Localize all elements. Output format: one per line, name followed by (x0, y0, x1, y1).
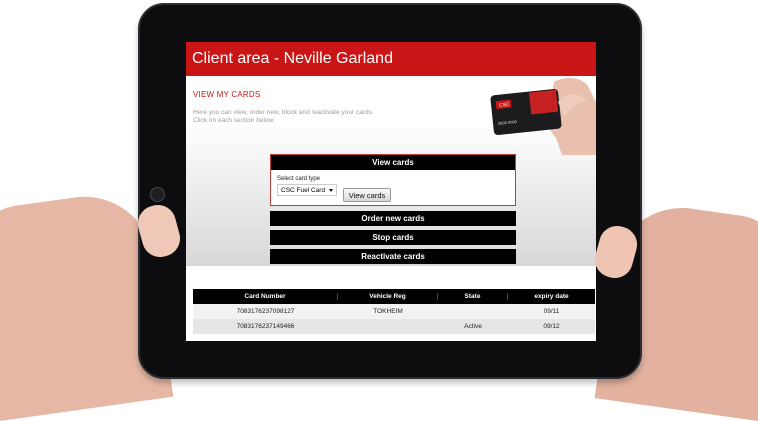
card-hand-image: CSC 0000 0000 (490, 77, 596, 155)
table-header: Card Number Vehicle Reg State expiry dat… (193, 289, 595, 304)
tablet-frame: Client area - Neville Garland VIEW MY CA… (138, 3, 642, 379)
view-cards-button[interactable]: View cards (343, 188, 391, 202)
order-new-cards-button[interactable]: Order new cards (270, 211, 516, 226)
expiry-date-cell: 09/12 (543, 323, 560, 330)
chevron-down-icon (329, 189, 333, 192)
card-type-select[interactable]: CSC Fuel Card (277, 184, 337, 196)
tablet-screen: Client area - Neville Garland VIEW MY CA… (186, 42, 596, 341)
view-cards-panel: View cards Select card type CSC Fuel Car… (270, 154, 516, 206)
reactivate-cards-button[interactable]: Reactivate cards (270, 249, 516, 264)
camera-icon (150, 187, 165, 202)
expiry-date-cell: 09/11 (543, 308, 560, 315)
intro-text: Here you can view, order new, block and … (193, 109, 374, 125)
intro-line-1: Here you can view, order new, block and … (193, 109, 374, 116)
content-panel: VIEW MY CARDS Here you can view, order n… (186, 76, 596, 266)
card-type-selected: CSC Fuel Card (281, 187, 326, 194)
column-state[interactable]: State (438, 293, 508, 300)
card-number-cell: 7083176237149466 (236, 323, 295, 330)
card-brand: CSC (499, 102, 511, 109)
column-card-number[interactable]: Card Number (193, 293, 338, 300)
page: Client area - Neville Garland VIEW MY CA… (0, 0, 758, 421)
table-row[interactable]: 7083176237098127 TOKHEIM 09/11 (193, 304, 595, 319)
vehicle-reg-cell: TOKHEIM (373, 308, 403, 315)
state-cell: Active (464, 323, 482, 330)
card-number-cell: 7083176237098127 (236, 308, 295, 315)
table-row[interactable]: 7083176237149466 Active 09/12 (193, 319, 595, 334)
view-cards-header[interactable]: View cards (271, 155, 515, 170)
cards-table: Card Number Vehicle Reg State expiry dat… (193, 289, 595, 334)
select-card-type-label: Select card type (277, 176, 321, 182)
page-title: Client area - Neville Garland (192, 50, 393, 67)
column-vehicle-reg[interactable]: Vehicle Reg (338, 293, 438, 300)
intro-line-2: Click on each section below: (193, 117, 276, 124)
section-title: VIEW MY CARDS (193, 90, 261, 99)
stop-cards-button[interactable]: Stop cards (270, 230, 516, 245)
column-expiry-date[interactable]: expiry date (508, 293, 595, 300)
